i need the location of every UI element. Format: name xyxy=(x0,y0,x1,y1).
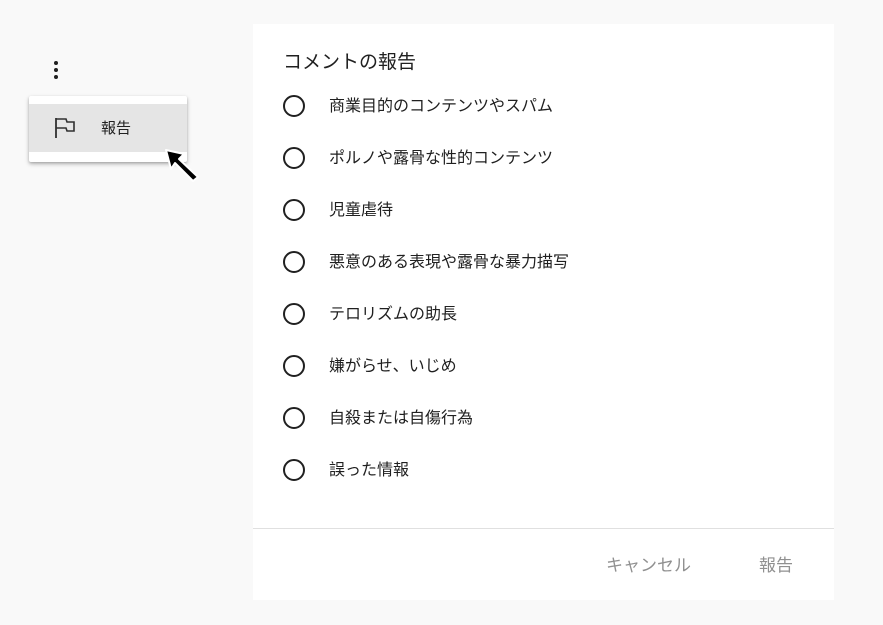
dialog-divider xyxy=(253,528,834,529)
report-reason-option[interactable]: ポルノや露骨な性的コンテンツ xyxy=(283,141,569,193)
kebab-dot xyxy=(54,75,58,79)
report-reason-option[interactable]: 商業目的のコンテンツやスパム xyxy=(283,89,569,141)
menu-item-report-label: 報告 xyxy=(101,119,132,137)
report-reason-option[interactable]: 児童虐待 xyxy=(283,193,569,245)
report-reason-option[interactable]: 悪意のある表現や露骨な暴力描写 xyxy=(283,245,569,297)
report-reason-label: 児童虐待 xyxy=(329,200,394,219)
report-reason-label: ポルノや露骨な性的コンテンツ xyxy=(329,148,554,167)
radio-button[interactable] xyxy=(283,303,305,325)
report-reason-option[interactable]: 嫌がらせ、いじめ xyxy=(283,349,569,401)
report-submit-button[interactable]: 報告 xyxy=(759,553,793,579)
report-reason-label: 商業目的のコンテンツやスパム xyxy=(329,96,554,115)
dialog-title: コメントの報告 xyxy=(283,51,417,73)
radio-button[interactable] xyxy=(283,95,305,117)
radio-button[interactable] xyxy=(283,199,305,221)
report-comment-dialog: コメントの報告 商業目的のコンテンツやスパム ポルノや露骨な性的コンテンツ 児童… xyxy=(253,24,834,600)
report-reason-option[interactable]: 誤った情報 xyxy=(283,453,569,505)
menu-item-report[interactable]: 報告 xyxy=(29,104,187,152)
radio-button[interactable] xyxy=(283,459,305,481)
kebab-dot xyxy=(54,68,58,72)
radio-button[interactable] xyxy=(283,251,305,273)
flag-icon xyxy=(55,118,75,138)
radio-button[interactable] xyxy=(283,407,305,429)
report-reason-label: 自殺または自傷行為 xyxy=(329,408,474,427)
report-reason-label: テロリズムの助長 xyxy=(329,304,458,323)
report-reason-label: 嫌がらせ、いじめ xyxy=(329,356,457,375)
kebab-dot xyxy=(54,61,58,65)
radio-button[interactable] xyxy=(283,147,305,169)
report-reason-list: 商業目的のコンテンツやスパム ポルノや露骨な性的コンテンツ 児童虐待 悪意のある… xyxy=(283,89,569,505)
report-reason-label: 誤った情報 xyxy=(329,460,410,479)
radio-button[interactable] xyxy=(283,355,305,377)
more-actions-icon[interactable] xyxy=(46,56,66,84)
cancel-button[interactable]: キャンセル xyxy=(606,553,691,579)
mouse-cursor-icon xyxy=(165,149,199,182)
report-reason-label: 悪意のある表現や露骨な暴力描写 xyxy=(329,252,570,271)
report-reason-option[interactable]: 自殺または自傷行為 xyxy=(283,401,569,453)
report-reason-option[interactable]: テロリズムの助長 xyxy=(283,297,569,349)
